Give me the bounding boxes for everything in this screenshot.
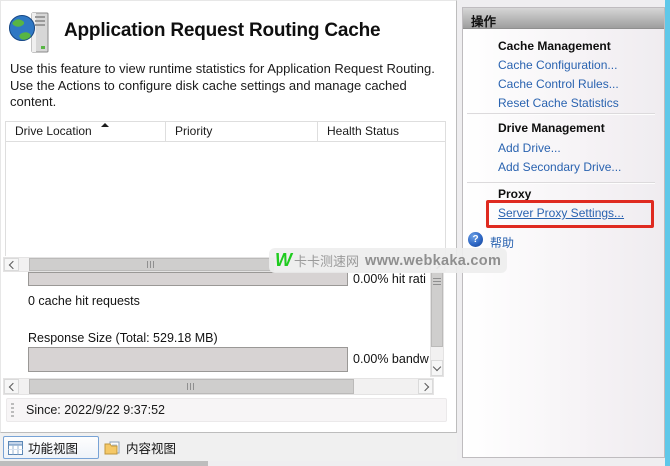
scrollbar-thumb[interactable] [431,272,443,347]
response-size-text: Response Size (Total: 529.18 MB) [28,331,218,345]
tab-label: 内容视图 [126,442,177,456]
bottom-edge-strip [0,461,208,466]
chevron-left-icon [8,260,17,269]
stats-horizontal-scrollbar[interactable] [3,378,434,395]
table-header-row: Drive Location Priority Health Status [6,122,445,142]
column-header-health-status[interactable]: Health Status [318,122,445,141]
folder-icon [104,441,120,454]
link-cache-configuration[interactable]: Cache Configuration... [498,58,617,72]
scroll-left-button[interactable] [4,379,19,394]
hit-ratio-label: 0.00% hit rati [353,272,426,286]
group-proxy: Proxy [498,187,532,201]
scroll-right-button[interactable] [418,379,433,394]
column-label: Priority [175,124,213,138]
watermark-site-name: 卡卡测速网 [294,254,360,269]
view-tabbar: 功能视图 内容视图 [0,433,457,461]
link-add-drive[interactable]: Add Drive... [498,141,561,155]
column-header-drive-location[interactable]: Drive Location [6,122,166,141]
scroll-left-button[interactable] [4,258,19,271]
thumb-grip-icon [433,278,441,286]
main-content-panel: Application Request Routing Cache Use th… [0,0,457,433]
iis-arr-cache-screen: Application Request Routing Cache Use th… [0,0,670,466]
window-edge-strip [665,0,670,466]
watermark: W 卡卡测速网 www.webkaka.com [269,248,507,273]
watermark-logo: W [275,250,292,270]
link-cache-control-rules[interactable]: Cache Control Rules... [498,77,619,91]
group-drive-management: Drive Management [498,121,605,135]
table-grid-icon [8,440,23,455]
separator [467,113,655,115]
since-status-bar: Since: 2022/9/22 9:37:52 [6,398,447,422]
scrollbar-thumb[interactable] [29,258,274,271]
tab-label: 功能视图 [28,442,79,456]
tab-content-view[interactable]: 内容视图 [102,436,188,459]
since-text: Since: 2022/9/22 9:37:52 [26,403,166,417]
scroll-down-button[interactable] [431,360,443,376]
separator [467,182,655,184]
thumb-grip-icon [187,383,196,390]
cache-hit-requests-text: 0 cache hit requests [28,294,140,308]
column-label: Health Status [327,124,400,138]
arr-globe-server-icon [8,12,58,56]
table-body-empty[interactable] [6,142,445,256]
link-reset-cache-statistics[interactable]: Reset Cache Statistics [498,96,619,110]
bandwidth-progress-bar [28,347,348,372]
chevron-right-icon [420,382,429,391]
help-icon[interactable] [468,232,483,247]
group-cache-management: Cache Management [498,39,611,53]
actions-pane-title: 操作 [463,8,664,29]
scrollbar-thumb[interactable] [29,379,354,394]
drives-table: Drive Location Priority Health Status [5,121,446,256]
thumb-grip-icon [147,261,156,268]
chevron-down-icon [432,362,442,372]
tab-features-view[interactable]: 功能视图 [3,436,99,459]
hit-ratio-progress-bar [28,272,348,286]
column-label: Drive Location [15,124,92,138]
page-title: Application Request Routing Cache [64,20,381,41]
red-highlight-box [486,200,654,228]
link-add-secondary-drive[interactable]: Add Secondary Drive... [498,160,621,174]
sort-asc-icon [101,123,109,127]
bandwidth-label: 0.00% bandw [353,352,429,366]
watermark-url: www.webkaka.com [365,252,502,269]
stats-vertical-scrollbar[interactable] [430,271,444,377]
drag-grip-icon[interactable] [11,403,14,418]
column-header-priority[interactable]: Priority [166,122,318,141]
page-description: Use this feature to view runtime statist… [10,61,435,109]
chevron-left-icon [8,382,17,391]
actions-pane: 操作 Cache Management Cache Configuration.… [462,7,665,458]
